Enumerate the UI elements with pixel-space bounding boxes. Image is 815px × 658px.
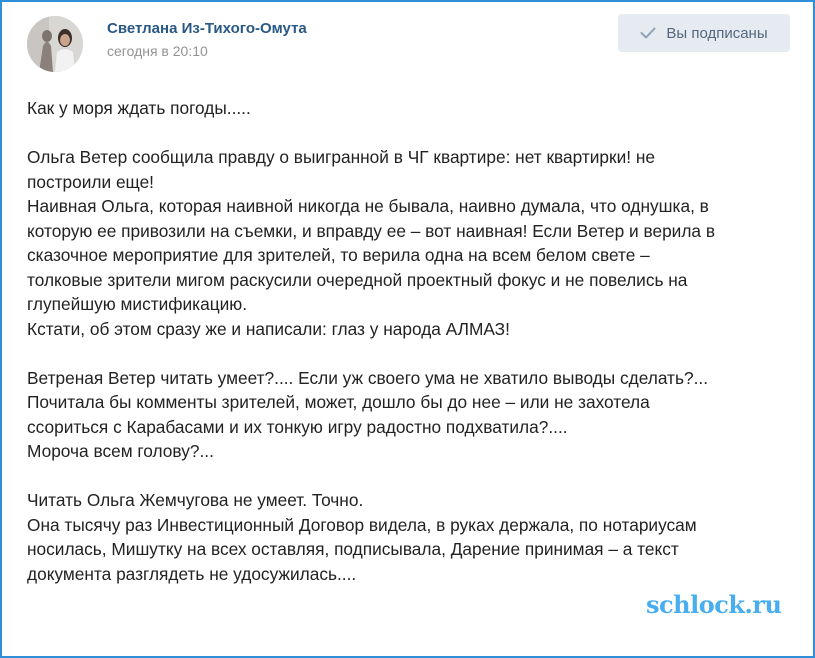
- post-text-line: Кстати, об этом сразу же и написали: гла…: [27, 318, 510, 339]
- post-header: Светлана Из-Тихого-Омута сегодня в 20:10…: [25, 12, 790, 72]
- post-text-line: построили еще!: [27, 171, 154, 192]
- post-text-line: документа разглядеть не удосужилась....: [27, 563, 357, 584]
- post-text-line: Она тысячу раз Инвестиционный Договор ви…: [27, 514, 697, 535]
- post-text-line: ссориться с Карабасами и их тонкую игру …: [27, 416, 568, 437]
- subscribed-button[interactable]: Вы подписаны: [618, 14, 790, 52]
- watermark: schlock.ru: [646, 590, 782, 619]
- post-timestamp[interactable]: сегодня в 20:10: [107, 43, 208, 59]
- post-text-line: толковые зрители мигом раскусили очередн…: [27, 269, 688, 290]
- check-icon: [640, 27, 656, 39]
- post-text-line: глупейшую мистификацию.: [27, 294, 248, 314]
- post-text-line: Ольга Ветер сообщила правду о выигранной…: [27, 147, 656, 167]
- post-text-line: сказочное мероприятие для зрителей, то в…: [27, 245, 650, 265]
- subscribed-label: Вы подписаны: [666, 24, 768, 42]
- post-text-line: Мороча всем голову?...: [27, 441, 214, 461]
- post-text-line: Наивная Ольга, которая наивной никогда н…: [27, 196, 709, 216]
- post-text-line: которую ее привозили на съемки, и вправд…: [27, 220, 716, 241]
- post-text: Как у моря ждать погоды..... Ольга Ветер …: [27, 96, 807, 586]
- avatar[interactable]: [27, 16, 83, 72]
- post-text-line: Почитала бы комменты зрителей, может, до…: [27, 392, 650, 412]
- post-text-line: Как у моря ждать погоды.....: [27, 98, 251, 118]
- post-text-line: Ветреная Ветер читать умеет?.... Если уж…: [27, 367, 708, 388]
- author-name[interactable]: Светлана Из-Тихого-Омута: [107, 20, 307, 37]
- post-text-line: носилась, Мишутку на всех оставляя, подп…: [27, 539, 679, 559]
- post-text-line: Читать Ольга Жемчугова не умеет. Точно.: [27, 490, 364, 510]
